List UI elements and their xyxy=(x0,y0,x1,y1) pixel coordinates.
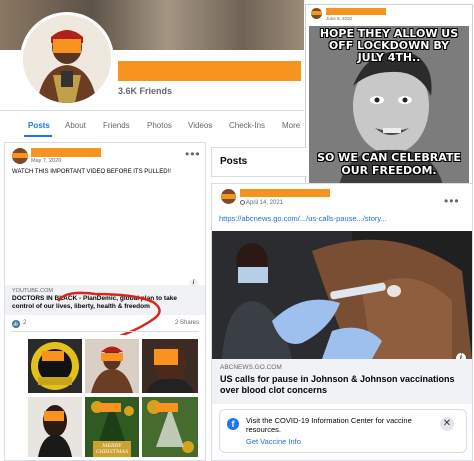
abc-post-card: April 14, 2021 ••• https://abcnews.go.co… xyxy=(211,183,473,461)
grid-photo-3[interactable] xyxy=(142,339,198,393)
tab-posts[interactable]: Posts xyxy=(28,121,50,130)
meme-image[interactable]: HOPE THEY ALLOW US OFF LOCKDOWN BY JULY … xyxy=(309,26,469,185)
tab-more[interactable]: More xyxy=(282,121,300,130)
globe-icon xyxy=(240,200,245,205)
video-preview[interactable] xyxy=(5,181,205,283)
covid-info-banner: f Visit the COVID-19 Information Center … xyxy=(219,409,467,453)
plandemic-post-text: WATCH THIS IMPORTANT VIDEO BEFORE ITS PU… xyxy=(12,169,171,175)
plandemic-post-card: May 7, 2020 ••• WATCH THIS IMPORTANT VID… xyxy=(4,142,206,461)
meme-post-card: June 5, 2020 HOPE THEY ALLOW US OFF LOCK… xyxy=(305,4,473,188)
abc-link-domain: ABCNEWS.GO.COM xyxy=(220,364,282,371)
abc-link-url[interactable]: https://abcnews.go.com/.../us-calls-paus… xyxy=(219,214,387,223)
close-icon[interactable]: ✕ xyxy=(440,417,454,431)
covid-notice-text: Visit the COVID-19 Information Center fo… xyxy=(246,416,412,434)
profile-panel: 3.6K Friends Posts About Friends Photos … xyxy=(0,0,304,140)
meme-post-avatar[interactable] xyxy=(311,8,322,19)
posts-heading: Posts xyxy=(220,156,248,167)
abc-more-options-icon[interactable]: ••• xyxy=(444,194,460,208)
grid-photo-4[interactable] xyxy=(28,397,82,457)
plandemic-post-name-redaction xyxy=(31,148,101,157)
grid-photo-6[interactable] xyxy=(142,397,198,457)
get-vaccine-info-link[interactable]: Get Vaccine Info xyxy=(246,437,301,446)
reactions-divider xyxy=(11,331,199,332)
meme-top-text: HOPE THEY ALLOW US OFF LOCKDOWN BY JULY … xyxy=(319,27,459,64)
posts-header-card: Posts xyxy=(211,147,307,177)
abc-post-name-redaction xyxy=(240,189,330,197)
profile-name-redaction xyxy=(118,61,301,81)
reactions-count[interactable]: 2 xyxy=(23,320,26,326)
tab-divider xyxy=(0,110,304,111)
facebook-logo-icon: f xyxy=(227,418,239,430)
tab-posts-underline xyxy=(24,135,52,137)
abc-article-image[interactable] xyxy=(212,231,472,359)
plandemic-link-domain: YOUTUBE.COM xyxy=(12,288,53,294)
shares-count[interactable]: 2 Shares xyxy=(175,320,199,326)
friends-count: 3.6K Friends xyxy=(118,86,173,96)
abc-link-title[interactable]: US calls for pause in Johnson & Johnson … xyxy=(220,374,466,396)
tab-videos[interactable]: Videos xyxy=(188,121,212,130)
tab-check-ins[interactable]: Check-Ins xyxy=(229,121,265,130)
reactions-icon[interactable]: 👍 xyxy=(12,320,20,328)
tile-caption: MERRY CHRISTMAS xyxy=(95,443,129,455)
profile-picture[interactable] xyxy=(20,12,114,106)
tab-about[interactable]: About xyxy=(65,121,86,130)
more-options-icon[interactable]: ••• xyxy=(185,147,201,161)
meme-post-date: June 5, 2020 xyxy=(326,16,353,21)
plandemic-post-avatar[interactable] xyxy=(12,148,28,164)
grid-photo-5[interactable]: MERRY CHRISTMAS xyxy=(85,397,139,457)
meme-bottom-text: SO WE CAN CELEBRATE OUR FREEDOM. xyxy=(317,151,461,177)
meme-post-name-redaction xyxy=(326,8,386,15)
tab-friends[interactable]: Friends xyxy=(103,121,130,130)
photo-grid: MERRY CHRISTMAS xyxy=(25,335,205,460)
plandemic-post-date: May 7, 2020 xyxy=(31,158,62,164)
grid-photo-1[interactable] xyxy=(28,339,82,393)
grid-photo-2[interactable] xyxy=(85,339,139,393)
abc-post-date: April 14, 2021 xyxy=(246,200,284,206)
abc-post-avatar[interactable] xyxy=(221,189,236,204)
tab-photos[interactable]: Photos xyxy=(147,121,172,130)
